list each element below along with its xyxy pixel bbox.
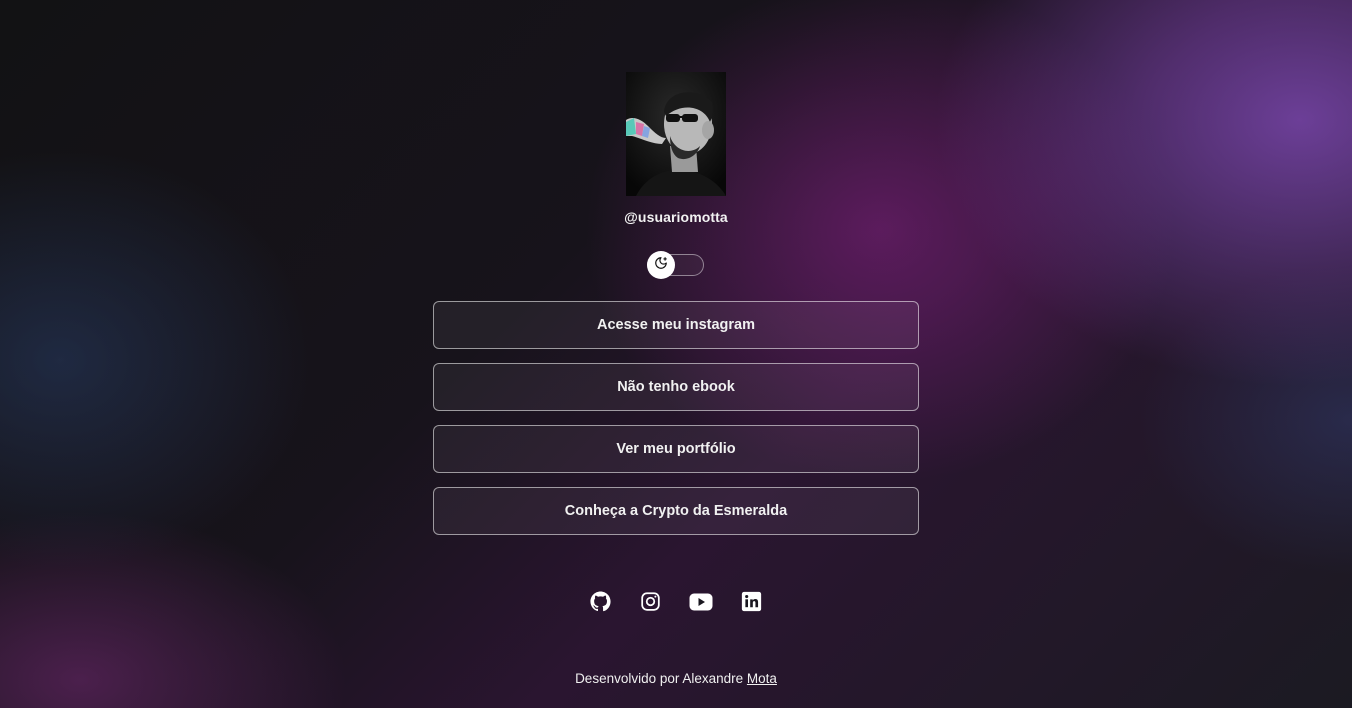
social-links [586, 591, 766, 617]
link-button-instagram[interactable]: Acesse meu instagram [433, 301, 919, 349]
footer-text: Desenvolvido por Alexandre [575, 671, 747, 686]
footer: Desenvolvido por Alexandre Mota [0, 671, 1352, 686]
github-link[interactable] [586, 591, 614, 617]
links-list: Acesse meu instagram Não tenho ebook Ver… [433, 301, 919, 549]
profile-photo [626, 72, 726, 196]
github-icon [589, 591, 611, 617]
moon-stars-icon [654, 256, 668, 275]
toggle-knob [647, 251, 675, 279]
link-button-crypto[interactable]: Conheça a Crypto da Esmeralda [433, 487, 919, 535]
footer-author-link[interactable]: Mota [747, 671, 777, 686]
link-button-portfolio[interactable]: Ver meu portfólio [433, 425, 919, 473]
linkedin-icon [741, 591, 762, 617]
instagram-icon [640, 591, 661, 617]
youtube-icon [689, 592, 713, 617]
link-button-ebook[interactable]: Não tenho ebook [433, 363, 919, 411]
youtube-link[interactable] [687, 591, 715, 617]
instagram-link[interactable] [637, 591, 665, 617]
linkedin-link[interactable] [738, 591, 766, 617]
username: @usuariomotta [624, 209, 728, 225]
theme-toggle[interactable] [647, 251, 704, 279]
